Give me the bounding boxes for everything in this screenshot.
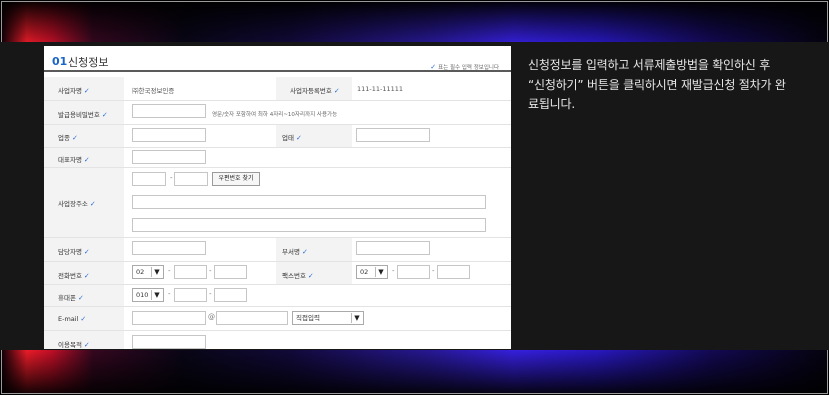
row-contact: 담당자명 ✓ 부서명 ✓ xyxy=(44,238,511,262)
email-id-input[interactable] xyxy=(132,311,206,325)
check-icon: ✓ xyxy=(295,134,302,142)
check-icon: ✓ xyxy=(333,87,340,95)
email-label: E-mail ✓ xyxy=(58,315,87,323)
chevron-down-icon: ▼ xyxy=(351,313,362,323)
department-label: 부서명 ✓ xyxy=(282,248,308,256)
issue-password-label: 발급용비밀번호 ✓ xyxy=(58,111,108,119)
issue-password-note: 영문/숫자 포함하여 최하 4자리~10자리까지 사용가능 xyxy=(212,112,338,118)
application-form-card: 01 신청정보 ✓ 표는 필수 입력 정보입니다 사업자명 ✓ ㈜한국정보인증 사업… xyxy=(44,46,511,349)
email-at-sign: @ xyxy=(208,313,215,321)
address-label: 사업장주소 ✓ xyxy=(58,200,96,208)
mobile-label: 휴대폰 ✓ xyxy=(58,294,84,302)
section-number: 01 xyxy=(52,55,68,68)
contact-person-label: 담당자명 ✓ xyxy=(58,248,90,256)
postcode-first-input[interactable] xyxy=(132,172,166,186)
department-input[interactable] xyxy=(356,241,430,255)
required-note: ✓ 표는 필수 입력 정보입니다 xyxy=(430,63,499,71)
row-industry: 업종 ✓ 업태 ✓ xyxy=(44,125,511,148)
check-icon: ✓ xyxy=(89,200,96,208)
mobile-middle-input[interactable] xyxy=(174,288,207,302)
representative-label: 대표자명 ✓ xyxy=(58,156,90,164)
row-representative: 대표자명 ✓ xyxy=(44,148,511,168)
company-name-value: ㈜한국정보인증 xyxy=(132,87,175,95)
row-company: 사업자명 ✓ ㈜한국정보인증 사업자등록번호 ✓ 111-11-11111 xyxy=(44,77,511,101)
chevron-down-icon: ▼ xyxy=(151,267,162,277)
section-title: 신청정보 xyxy=(68,56,109,69)
fax-last-input[interactable] xyxy=(437,265,470,279)
company-name-label: 사업자명 ✓ xyxy=(58,87,90,95)
phone-label: 전화번호 ✓ xyxy=(58,272,90,280)
industry-label: 업종 ✓ xyxy=(58,134,78,142)
check-icon: ✓ xyxy=(83,87,90,95)
purpose-input[interactable] xyxy=(132,335,206,349)
section-header: 01 신청정보 ✓ 표는 필수 입력 정보입니다 xyxy=(44,46,511,72)
mobile-last-input[interactable] xyxy=(214,288,247,302)
email-domain-select[interactable]: 직접입력 ▼ xyxy=(292,311,364,325)
phone-area-select[interactable]: 02 ▼ xyxy=(132,265,164,279)
business-type-label: 업태 ✓ xyxy=(282,134,302,142)
check-icon: ✓ xyxy=(83,156,90,164)
row-address: 사업장주소 ✓ - 우편번호 찾기 xyxy=(44,168,511,238)
check-icon: ✓ xyxy=(71,134,78,142)
row-issue-password: 발급용비밀번호 ✓ 영문/숫자 포함하여 최하 4자리~10자리까지 사용가능 xyxy=(44,101,511,125)
check-icon: ✓ xyxy=(307,272,314,280)
chevron-down-icon: ▼ xyxy=(151,290,162,300)
check-icon: ✓ xyxy=(83,272,90,280)
row-phone: 전화번호 ✓ 02 ▼ - - 팩스번호 ✓ 02 ▼ - - xyxy=(44,262,511,285)
business-reg-no-label: 사업자등록번호 ✓ xyxy=(290,87,340,95)
check-icon: ✓ xyxy=(77,294,84,302)
business-reg-no-value: 111-11-11111 xyxy=(357,85,404,93)
representative-input[interactable] xyxy=(132,150,206,164)
phone-middle-input[interactable] xyxy=(174,265,207,279)
postcode-second-input[interactable] xyxy=(174,172,208,186)
contact-person-input[interactable] xyxy=(132,241,206,255)
row-email: E-mail ✓ @ 직접입력 ▼ xyxy=(44,307,511,331)
address-line2-input[interactable] xyxy=(132,218,486,232)
check-icon: ✓ xyxy=(101,111,108,119)
address-line1-input[interactable] xyxy=(132,195,486,209)
row-mobile: 휴대폰 ✓ 010 ▼ - - xyxy=(44,285,511,307)
check-icon: ✓ xyxy=(83,341,90,349)
chevron-down-icon: ▼ xyxy=(375,267,386,277)
fax-label: 팩스번호 ✓ xyxy=(282,272,314,280)
fax-middle-input[interactable] xyxy=(397,265,430,279)
issue-password-input[interactable] xyxy=(132,104,206,118)
check-icon: ✓ xyxy=(301,248,308,256)
phone-last-input[interactable] xyxy=(214,265,247,279)
fax-area-select[interactable]: 02 ▼ xyxy=(356,265,388,279)
industry-input[interactable] xyxy=(132,128,206,142)
business-type-input[interactable] xyxy=(356,128,430,142)
postcode-search-button[interactable]: 우편번호 찾기 xyxy=(212,172,260,186)
check-icon: ✓ xyxy=(80,315,87,323)
purpose-label: 이용목적 ✓ xyxy=(58,341,90,349)
check-icon: ✓ xyxy=(430,63,437,71)
instruction-text: 신청정보를 입력하고 서류제출방법을 확인하신 후 “신청하기” 버튼을 클릭하… xyxy=(528,58,786,111)
check-icon: ✓ xyxy=(83,248,90,256)
row-purpose: 이용목적 ✓ xyxy=(44,331,511,349)
mobile-prefix-select[interactable]: 010 ▼ xyxy=(132,288,164,302)
email-domain-input[interactable] xyxy=(216,311,288,325)
